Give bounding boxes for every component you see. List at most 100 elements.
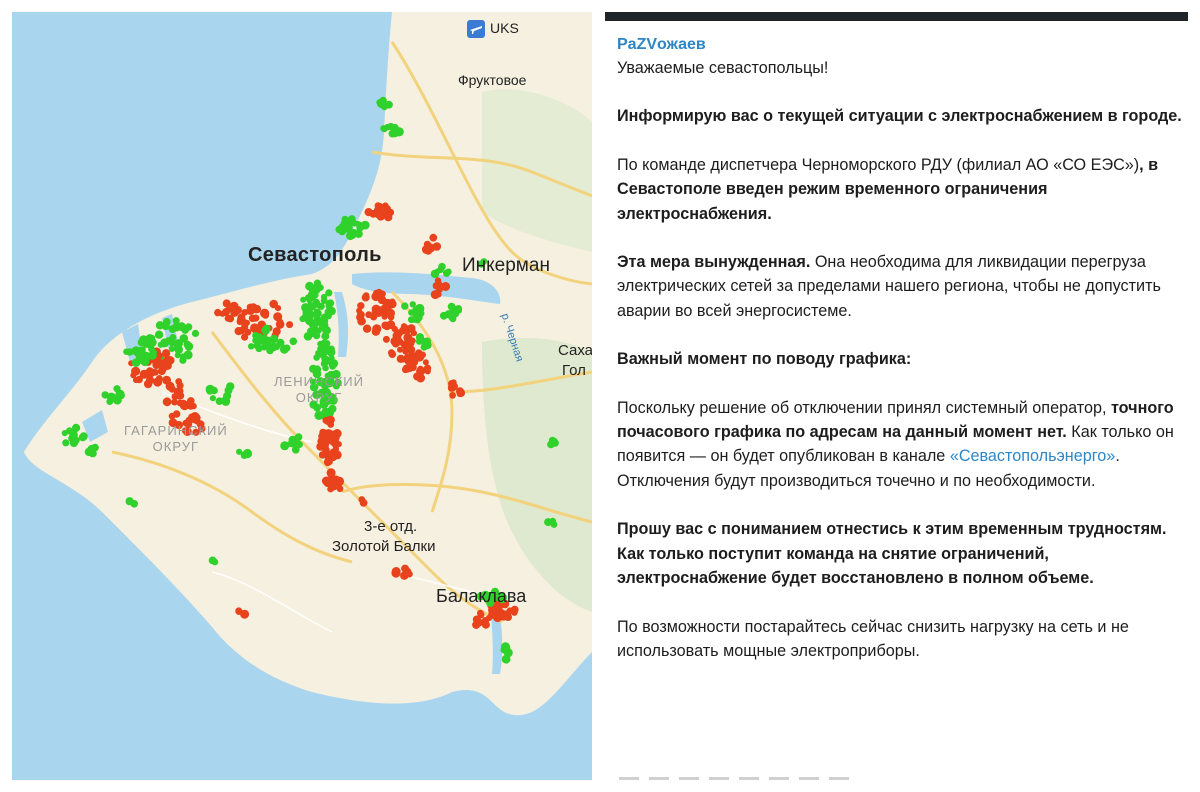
label-leninsky-line1: ЛЕНИНСКИЙ xyxy=(274,374,364,389)
outage-point xyxy=(391,567,401,576)
outage-point xyxy=(386,308,396,318)
powered-point xyxy=(165,337,173,345)
outage-point xyxy=(383,205,391,213)
outage-point xyxy=(162,397,172,407)
powered-point xyxy=(335,225,344,234)
outage-point xyxy=(326,450,335,458)
powered-point xyxy=(62,439,70,447)
powered-point xyxy=(447,302,456,311)
powered-point xyxy=(191,329,200,337)
powered-point xyxy=(242,448,253,459)
outage-point xyxy=(429,233,438,242)
powered-point xyxy=(326,348,336,357)
powered-point xyxy=(113,395,122,405)
powered-point xyxy=(379,96,387,105)
separator-dashes xyxy=(619,777,859,780)
outage-point xyxy=(397,346,403,353)
powered-point xyxy=(148,345,155,353)
outage-point xyxy=(403,325,412,334)
powered-point xyxy=(179,353,186,360)
outage-point xyxy=(143,379,153,389)
paragraph-measure: Эта мера вынужденная. Она необходима для… xyxy=(617,250,1183,323)
message-body: PaZVожаев Уважаемые севастопольцы! Инфор… xyxy=(617,34,1183,687)
powered-point xyxy=(262,324,271,333)
powered-point xyxy=(289,337,298,346)
label-leninsky-line2: ОКРУГ xyxy=(295,390,343,405)
label-balaklava: Балаклава xyxy=(436,586,527,606)
powered-point xyxy=(88,449,97,458)
author-name[interactable]: PaZVожаев xyxy=(617,34,1183,56)
outage-point xyxy=(369,313,378,321)
powered-point xyxy=(325,301,332,308)
outage-point xyxy=(402,364,412,373)
powered-point xyxy=(183,340,192,349)
outage-point xyxy=(327,421,335,428)
outage-point xyxy=(499,612,508,621)
powered-point xyxy=(136,346,143,353)
greeting: Уважаемые севастопольцы! xyxy=(617,59,829,77)
powered-point xyxy=(283,344,291,352)
powered-point xyxy=(312,331,321,340)
powered-point xyxy=(308,286,315,293)
powered-point xyxy=(211,558,219,566)
powered-point xyxy=(299,315,306,323)
outage-point xyxy=(391,325,398,333)
outage-point xyxy=(362,324,372,333)
powered-point xyxy=(172,322,181,332)
powered-point xyxy=(286,441,293,447)
powered-point xyxy=(445,268,452,275)
outage-point xyxy=(448,380,456,388)
outage-point xyxy=(139,369,149,379)
powered-point xyxy=(154,330,164,339)
powered-point xyxy=(313,354,320,361)
label-sakh-2: Гол xyxy=(562,362,586,379)
outage-point xyxy=(131,366,141,376)
powered-point xyxy=(125,497,134,506)
outage-point xyxy=(318,451,327,459)
label-sevastopol: Севастополь xyxy=(248,244,382,266)
outage-point xyxy=(221,308,230,317)
powered-point xyxy=(351,220,358,227)
powered-point xyxy=(312,292,319,299)
outage-point xyxy=(359,499,368,507)
outage-point xyxy=(401,564,410,573)
outage-point xyxy=(132,376,140,384)
powered-point xyxy=(316,284,323,291)
label-zolotaya-1: 3-е отд. xyxy=(364,518,418,535)
outage-point xyxy=(177,392,185,399)
outage-point xyxy=(485,614,493,622)
powered-point xyxy=(434,268,441,275)
outage-point xyxy=(361,293,370,302)
order-text: По команде диспетчера Черноморского РДУ … xyxy=(617,155,1140,174)
label-sakh-1: Саха xyxy=(558,342,592,359)
panel-divider xyxy=(592,0,605,792)
schedule-text-1: Поскольку решение об отключении принял с… xyxy=(617,398,1111,417)
powered-point xyxy=(321,354,329,362)
measure-bold-text: Эта мера вынужденная. xyxy=(617,253,811,272)
powered-point xyxy=(439,311,448,320)
outage-point xyxy=(230,308,239,317)
powered-point xyxy=(269,334,279,344)
powered-point xyxy=(294,433,303,441)
powered-point xyxy=(550,437,558,445)
powered-point xyxy=(317,340,324,347)
powered-point xyxy=(500,642,511,652)
outage-point xyxy=(384,213,393,222)
outage-point xyxy=(241,309,249,316)
powered-point xyxy=(328,404,337,413)
powered-point xyxy=(408,309,415,316)
powered-point xyxy=(341,215,349,223)
outage-point xyxy=(357,302,365,310)
outage-point xyxy=(276,318,284,326)
outage-map[interactable]: UKS Фруктовое Севастополь Инкерман р. Че… xyxy=(12,12,592,780)
outage-point xyxy=(168,385,176,393)
outage-point xyxy=(472,620,481,630)
label-gagarinsky: ГАГАРИНСКИЙ ОКРУГ xyxy=(124,423,228,455)
powered-point xyxy=(501,654,511,664)
outage-point xyxy=(434,281,441,289)
channel-link[interactable]: «Севастопольэнерго» xyxy=(950,447,1116,465)
outage-point xyxy=(374,202,382,210)
outage-point xyxy=(286,321,294,329)
powered-point xyxy=(314,410,324,420)
powered-point xyxy=(209,395,216,402)
